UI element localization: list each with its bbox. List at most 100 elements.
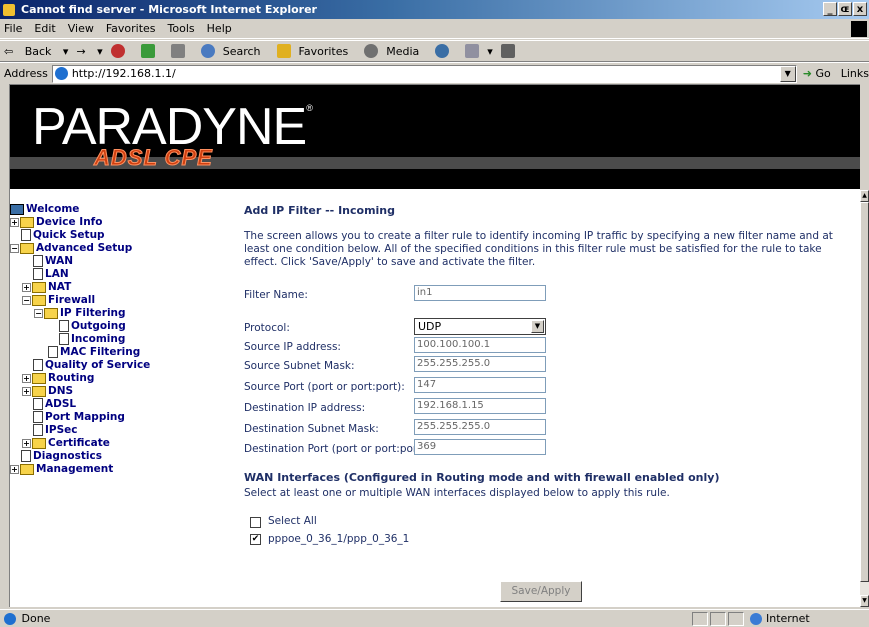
- menu-edit[interactable]: Edit: [34, 22, 55, 35]
- maximize-button[interactable]: ɶ: [838, 2, 852, 16]
- tree-item-wan[interactable]: WAN: [33, 255, 73, 267]
- globe-icon: [750, 612, 762, 625]
- window-controls: _ ɶ x: [822, 2, 867, 16]
- back-button[interactable]: ⇦ Back ▾: [4, 45, 68, 58]
- history-icon[interactable]: [435, 44, 457, 58]
- minimize-button[interactable]: _: [823, 2, 837, 16]
- expand-icon[interactable]: +: [22, 373, 31, 383]
- nav-tree: Welcome + Device Info Quick Setup − Advanc…: [10, 189, 150, 499]
- tree-item-lan[interactable]: LAN: [33, 268, 69, 280]
- product-logo: ADSL CPE: [94, 145, 213, 171]
- source-mask-input[interactable]: 255.255.255.0: [414, 356, 546, 372]
- page-icon: [33, 424, 43, 436]
- tree-item-ipsec[interactable]: IPSec: [33, 424, 78, 436]
- windows-logo-icon: [851, 21, 867, 37]
- page-icon: [33, 268, 43, 280]
- folder-open-icon: [32, 294, 46, 306]
- tree-item-port-mapping[interactable]: Port Mapping: [33, 411, 125, 423]
- folder-icon: [32, 385, 46, 397]
- source-ip-input[interactable]: 100.100.100.1: [414, 337, 546, 353]
- address-url: http://192.168.1.1/: [71, 67, 176, 80]
- folder-open-icon: [20, 242, 34, 254]
- print-icon[interactable]: [500, 44, 523, 58]
- search-button[interactable]: Search: [200, 44, 269, 58]
- destination-mask-input[interactable]: 255.255.255.0: [414, 419, 546, 435]
- tree-item-ip-filtering[interactable]: − IP Filtering: [34, 307, 126, 319]
- expand-icon[interactable]: +: [10, 217, 19, 227]
- expand-icon[interactable]: +: [22, 282, 31, 292]
- toolbar: ⇦ Back ▾ → ▾ Search Favorites Media ▾: [0, 40, 869, 62]
- tree-item-quality-of-service[interactable]: Quality of Service: [33, 359, 150, 371]
- tree-item-mac-filtering[interactable]: MAC Filtering: [48, 346, 140, 358]
- source-port-input[interactable]: 147: [414, 377, 546, 393]
- page-title: Add IP Filter -- Incoming: [244, 204, 396, 217]
- scroll-thumb[interactable]: [860, 202, 869, 582]
- menu-bar: File Edit View Favorites Tools Help: [0, 19, 869, 39]
- collapse-icon[interactable]: −: [10, 243, 19, 253]
- destination-port-label: Destination Port (port or port:port):: [244, 443, 429, 455]
- media-button[interactable]: Media: [364, 44, 427, 58]
- refresh-icon[interactable]: [140, 44, 163, 58]
- page-icon: [48, 346, 58, 358]
- vertical-scrollbar[interactable]: ▲ ▼: [860, 190, 869, 607]
- expand-icon[interactable]: +: [22, 386, 31, 396]
- tree-item-nat[interactable]: + NAT: [22, 281, 71, 293]
- tree-item-welcome[interactable]: Welcome: [10, 203, 79, 215]
- destination-port-input[interactable]: 369: [414, 439, 546, 455]
- tree-item-incoming[interactable]: Incoming: [59, 333, 125, 345]
- security-zone: Internet: [750, 612, 810, 625]
- go-button[interactable]: ➜ Go: [803, 67, 831, 80]
- tree-item-dns[interactable]: + DNS: [22, 385, 73, 397]
- menu-tools[interactable]: Tools: [168, 22, 195, 35]
- tree-item-diagnostics[interactable]: Diagnostics: [21, 450, 102, 462]
- source-ip-label: Source IP address:: [244, 341, 341, 353]
- page-icon: [59, 333, 69, 345]
- source-mask-label: Source Subnet Mask:: [244, 360, 355, 372]
- expand-icon[interactable]: +: [10, 464, 19, 474]
- menu-view[interactable]: View: [68, 22, 94, 35]
- tree-item-routing[interactable]: + Routing: [22, 372, 94, 384]
- wan-interface-checkbox[interactable]: ✔: [250, 534, 261, 545]
- scroll-down-icon[interactable]: ▼: [860, 595, 869, 607]
- tree-item-advanced-setup[interactable]: − Advanced Setup: [10, 242, 132, 254]
- title-bar: Cannot find server - Microsoft Internet …: [0, 0, 869, 19]
- address-dropdown-icon[interactable]: ▼: [779, 65, 796, 82]
- folder-icon: [20, 463, 34, 475]
- tree-item-certificate[interactable]: + Certificate: [22, 437, 110, 449]
- page-icon: [33, 359, 43, 371]
- select-all-checkbox[interactable]: [250, 517, 261, 528]
- tree-item-management[interactable]: + Management: [10, 463, 113, 475]
- status-pane: [692, 612, 708, 626]
- address-input[interactable]: http://192.168.1.1/ ▼: [51, 64, 797, 83]
- scroll-up-icon[interactable]: ▲: [860, 190, 869, 202]
- mail-icon[interactable]: ▾: [465, 44, 493, 58]
- tree-item-outgoing[interactable]: Outgoing: [59, 320, 126, 332]
- forward-button[interactable]: → ▾: [76, 45, 102, 58]
- wan-interfaces-heading: WAN Interfaces (Configured in Routing mo…: [244, 471, 720, 484]
- tree-item-device-info[interactable]: + Device Info: [10, 216, 102, 228]
- destination-ip-input[interactable]: 192.168.1.15: [414, 398, 546, 414]
- favorites-button[interactable]: Favorites: [276, 44, 357, 58]
- tree-item-firewall[interactable]: − Firewall: [22, 294, 95, 306]
- home-icon[interactable]: [170, 44, 193, 58]
- tree-item-quick-setup[interactable]: Quick Setup: [21, 229, 105, 241]
- tree-item-adsl[interactable]: ADSL: [33, 398, 76, 410]
- filter-name-input[interactable]: in1: [414, 285, 546, 301]
- collapse-icon[interactable]: −: [22, 295, 31, 305]
- links-button[interactable]: Links: [841, 67, 869, 80]
- folder-icon: [20, 216, 34, 228]
- dropdown-arrow-icon[interactable]: ▼: [531, 320, 544, 333]
- save-apply-button[interactable]: Save/Apply: [500, 581, 582, 602]
- expand-icon[interactable]: +: [22, 438, 31, 448]
- menu-favorites[interactable]: Favorites: [106, 22, 156, 35]
- address-label: Address: [4, 67, 48, 80]
- status-pane: [710, 612, 726, 626]
- collapse-icon[interactable]: −: [34, 308, 43, 318]
- close-button[interactable]: x: [853, 2, 867, 16]
- ie-app-icon: [3, 3, 15, 16]
- protocol-select[interactable]: UDP ▼: [414, 318, 546, 335]
- menu-file[interactable]: File: [4, 22, 22, 35]
- menu-help[interactable]: Help: [207, 22, 232, 35]
- page-icon: [33, 255, 43, 267]
- stop-icon[interactable]: [110, 44, 133, 58]
